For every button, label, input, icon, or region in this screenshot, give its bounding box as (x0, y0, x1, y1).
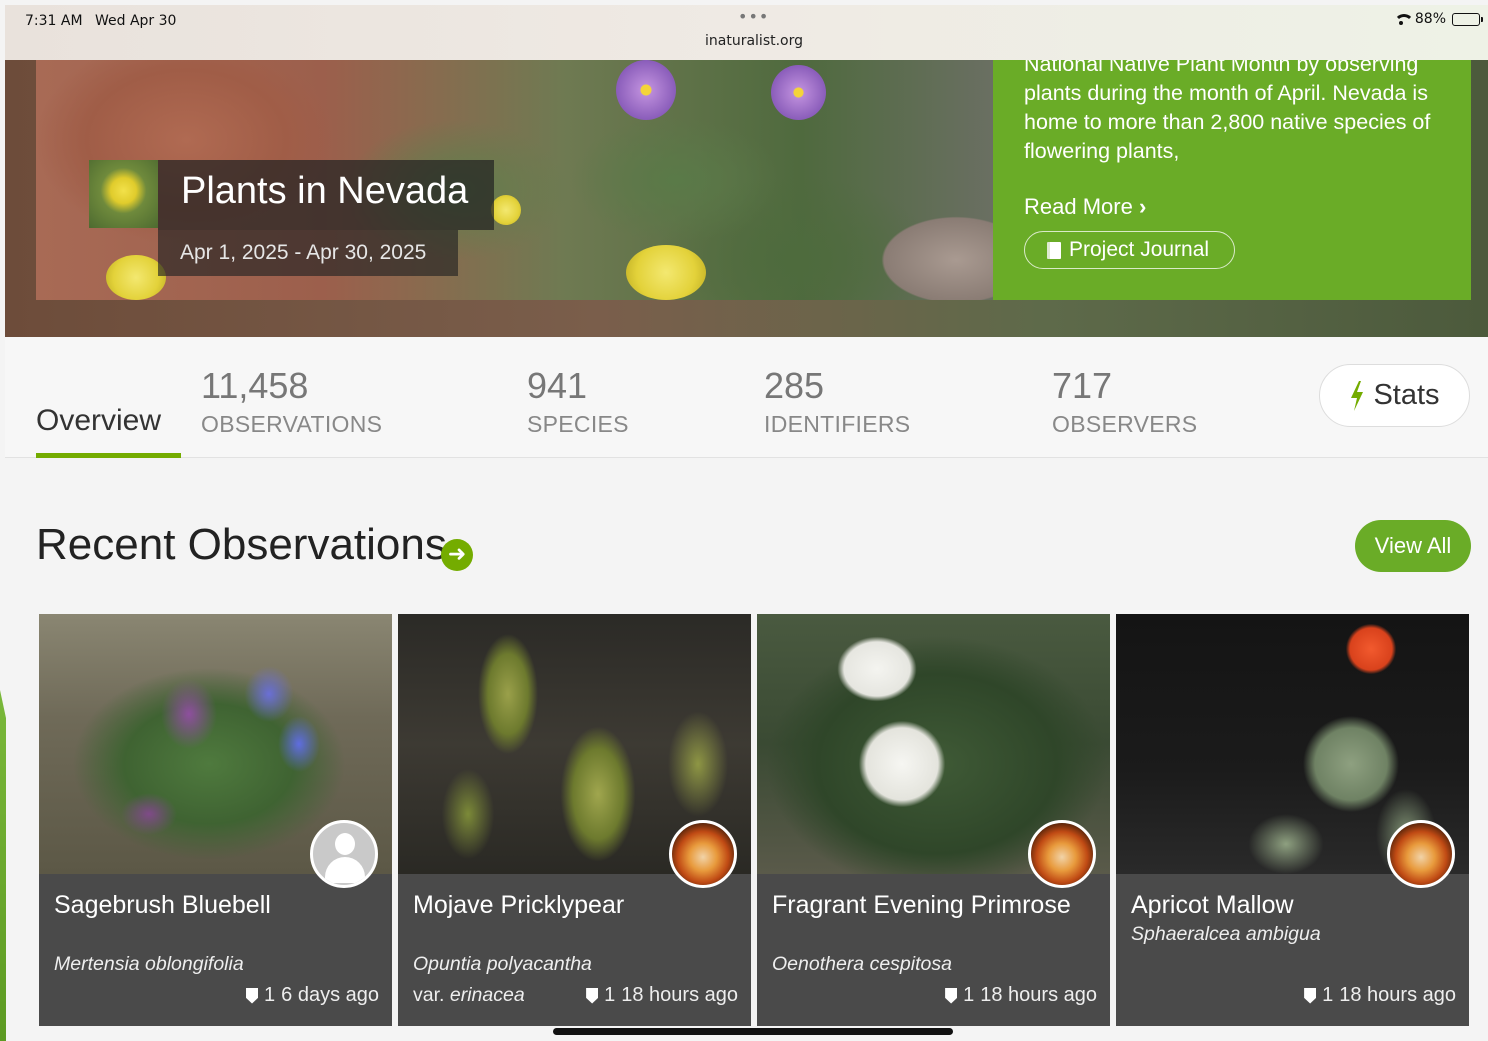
identification-count: 1 (963, 984, 975, 1006)
observation-card[interactable]: Apricot Mallow Sphaeralcea ambigua 1 18 … (1116, 614, 1469, 1026)
yellow-flower-image (491, 195, 521, 225)
address-bar-url[interactable]: inaturalist.org (705, 33, 803, 49)
observation-common-name: Apricot Mallow (1131, 891, 1294, 919)
read-more-label: Read More (1024, 194, 1133, 219)
identification-shield-icon (945, 987, 958, 1004)
observation-meta: 1 18 hours ago (945, 984, 1097, 1007)
stat-value: 941 (527, 365, 588, 406)
project-date-range: Apr 1, 2025 - Apr 30, 2025 (180, 241, 427, 264)
read-more-link[interactable]: Read More › (1024, 194, 1146, 220)
observation-time: 18 hours ago (621, 984, 738, 1006)
observation-common-name: Mojave Pricklypear (413, 891, 625, 919)
user-avatar-icon[interactable] (669, 820, 737, 888)
identification-shield-icon (1304, 987, 1317, 1004)
project-title: Plants in Nevada (181, 170, 469, 212)
variety-prefix: var. (413, 984, 445, 1006)
observation-card[interactable]: Fragrant Evening Primrose Oenothera cesp… (757, 614, 1110, 1026)
chevron-right-icon: › (1138, 194, 1147, 219)
user-avatar-icon[interactable] (310, 820, 378, 888)
observation-scientific-name: Mertensia oblongifolia (54, 953, 244, 975)
stat-observations[interactable]: 11,458 OBSERVATIONS (201, 365, 382, 438)
observation-variety: var. erinacea (413, 984, 525, 1007)
violet-flower-image (771, 65, 826, 120)
stats-button-label: Stats (1373, 379, 1440, 411)
project-icon (89, 160, 158, 228)
observation-card[interactable]: Sagebrush Bluebell Mertensia oblongifoli… (39, 614, 392, 1026)
browser-status-bar: 7:31 AM Wed Apr 30 ••• inaturalist.org 8… (5, 5, 1488, 60)
status-date: Wed Apr 30 (95, 13, 177, 29)
active-tab-indicator (36, 453, 181, 458)
observation-meta: 1 18 hours ago (586, 984, 738, 1007)
yellow-flower-image (106, 255, 166, 300)
observation-scientific-name: Opuntia polyacantha (413, 953, 592, 975)
identification-count: 1 (1322, 984, 1334, 1006)
battery-percent: 88% (1414, 11, 1446, 27)
stat-identifiers[interactable]: 285 IDENTIFIERS (764, 365, 910, 438)
home-indicator[interactable] (553, 1028, 953, 1035)
stat-species[interactable]: 941 SPECIES (527, 365, 629, 438)
stat-value: 285 (764, 365, 825, 406)
identification-count: 1 (264, 984, 276, 1006)
observation-scientific-name: Oenothera cespitosa (772, 953, 952, 975)
yellow-flower-image (626, 245, 706, 300)
journal-icon (1047, 241, 1061, 259)
observation-meta: 1 18 hours ago (1304, 984, 1456, 1007)
project-journal-label: Project Journal (1069, 238, 1210, 261)
stat-value: 717 (1052, 365, 1113, 406)
observation-time: 18 hours ago (1339, 984, 1456, 1006)
stat-label: OBSERVATIONS (201, 411, 383, 437)
battery-icon (1452, 12, 1483, 26)
tab-menu-dots[interactable]: ••• (738, 7, 769, 26)
stat-label: IDENTIFIERS (764, 411, 911, 437)
project-description: National Native Plant Month by observing… (1024, 60, 1431, 163)
project-description-panel: National Native Plant Month by observing… (993, 60, 1471, 300)
violet-flower-image (616, 60, 676, 120)
observation-common-name: Sagebrush Bluebell (54, 891, 271, 919)
identification-shield-icon (246, 987, 259, 1004)
tab-overview[interactable]: Overview (36, 404, 161, 438)
user-avatar-icon[interactable] (1387, 820, 1455, 888)
recent-observations-title: Recent Observations (36, 520, 447, 569)
observation-common-name: Fragrant Evening Primrose (772, 891, 1071, 919)
user-avatar-icon[interactable] (1028, 820, 1096, 888)
arrow-right-circle-icon[interactable]: ➜ (441, 539, 473, 571)
lightning-bolt-icon (1351, 380, 1364, 411)
variety-name: erinacea (449, 984, 525, 1006)
observation-scientific-name: Sphaeralcea ambigua (1131, 923, 1321, 945)
view-all-button[interactable]: View All (1355, 520, 1471, 572)
status-right: 88% (1393, 11, 1483, 27)
observation-time: 6 days ago (281, 984, 379, 1006)
wifi-icon (1393, 13, 1414, 25)
observation-meta: 1 6 days ago (246, 984, 379, 1007)
status-time: 7:31 AM (25, 13, 83, 29)
observation-time: 18 hours ago (980, 984, 1097, 1006)
stats-button[interactable]: Stats (1319, 364, 1470, 427)
stat-observers[interactable]: 717 OBSERVERS (1052, 365, 1197, 438)
identification-count: 1 (604, 984, 616, 1006)
stat-label: SPECIES (527, 411, 629, 437)
stat-value: 11,458 (201, 365, 309, 406)
observation-card[interactable]: Mojave Pricklypear Opuntia polyacantha v… (398, 614, 751, 1026)
project-journal-button[interactable]: Project Journal (1024, 231, 1235, 269)
identification-shield-icon (586, 987, 599, 1004)
left-edge-panel (0, 690, 6, 1041)
stat-label: OBSERVERS (1052, 411, 1198, 437)
